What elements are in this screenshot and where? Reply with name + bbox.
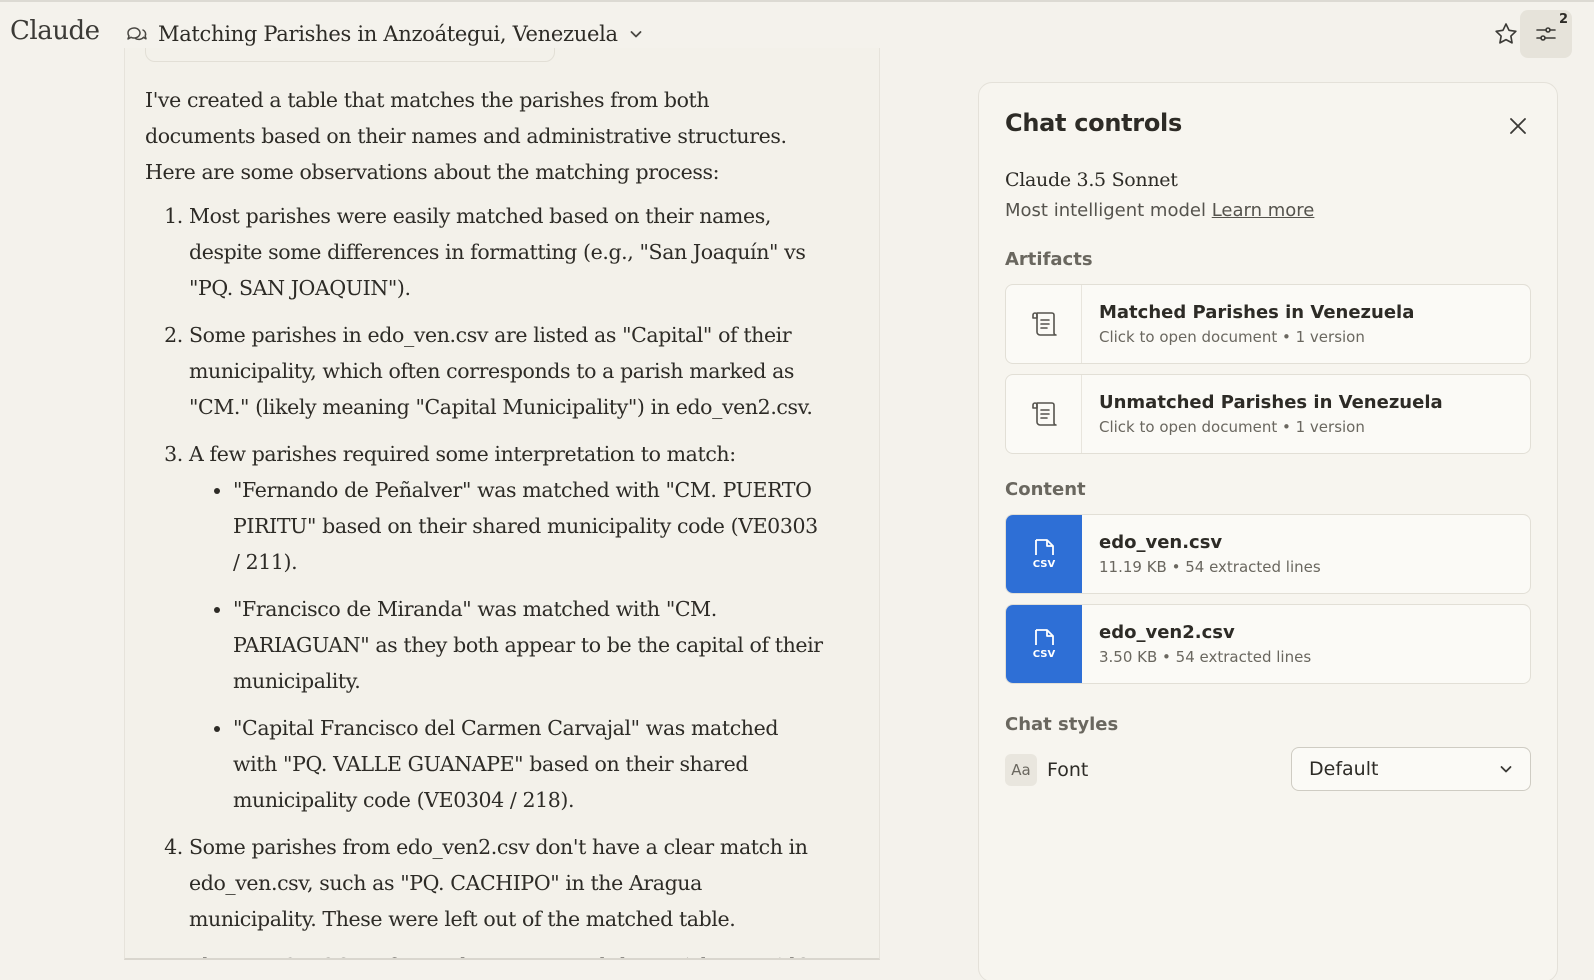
list-item: Most parishes were easily matched based … [189,198,825,306]
panel-title: Chat controls [1005,109,1182,137]
model-name: Claude 3.5 Sonnet [1005,169,1178,191]
file-name: edo_ven2.csv [1099,622,1235,643]
artifact-subtitle: Click to open document • 1 version [1099,328,1365,346]
file-meta: 3.50 KB • 54 extracted lines [1099,648,1312,666]
list-item-text: A few parishes required some interpretat… [189,442,736,466]
file-name: edo_ven.csv [1099,532,1223,553]
font-setting-row: Aa Font [1005,753,1088,787]
model-description: Most intelligent model Learn more [1005,200,1314,221]
artifact-card-matched[interactable]: Matched Parishes in Venezuela Click to o… [1005,284,1531,364]
chevron-down-icon [628,26,644,42]
font-label: Font [1047,759,1089,781]
chat-title-text: Matching Parishes in Anzoátegui, Venezue… [158,22,618,46]
chat-controls-panel: Chat controls Claude 3.5 Sonnet Most int… [978,82,1558,980]
observations-list: Most parishes were easily matched based … [145,198,825,958]
chevron-down-icon [1498,761,1514,777]
csv-file-icon: CSV [1029,537,1059,571]
app-logo[interactable]: Claude [10,16,100,46]
message-intro: I've created a table that matches the pa… [145,88,787,184]
csv-badge-text: CSV [1033,559,1056,570]
artifact-card-unmatched[interactable]: Unmatched Parishes in Venezuela Click to… [1005,374,1531,454]
document-icon [1029,399,1059,429]
artifact-title: Matched Parishes in Venezuela [1099,302,1415,323]
model-desc-text: Most intelligent model [1005,200,1206,221]
star-button[interactable] [1488,16,1524,52]
content-file-edo-ven[interactable]: CSV edo_ven.csv 11.19 KB • 54 extracted … [1005,514,1531,594]
previous-message-edge [145,48,555,62]
file-meta: 11.19 KB • 54 extracted lines [1099,558,1321,576]
chat-styles-label: Chat styles [1005,714,1119,735]
content-label: Content [1005,479,1086,500]
close-panel-button[interactable] [1503,111,1533,141]
sliders-icon [1534,22,1558,46]
artifacts-label: Artifacts [1005,249,1093,270]
csv-thumb: CSV [1006,515,1082,593]
list-item: The ADM3_PCODE from edo_ven.csv and the … [189,948,825,958]
csv-file-icon: CSV [1029,627,1059,661]
font-select-value: Default [1309,758,1379,780]
csv-thumb: CSV [1006,605,1082,683]
list-item: A few parishes required some interpretat… [189,436,825,818]
sub-list-item: "Fernando de Peñalver" was matched with … [233,472,825,580]
sub-list-item: "Francisco de Miranda" was matched with … [233,591,825,699]
learn-more-link[interactable]: Learn more [1212,200,1315,221]
assistant-message: I've created a table that matches the pa… [145,82,825,958]
font-aa-icon: Aa [1005,754,1037,786]
star-icon [1493,21,1519,47]
document-icon [1029,309,1059,339]
font-select[interactable]: Default [1291,747,1531,791]
artifact-thumb [1006,375,1082,453]
artifact-thumb [1006,285,1082,363]
sub-list: "Fernando de Peñalver" was matched with … [189,472,825,818]
chat-title-dropdown[interactable]: Matching Parishes in Anzoátegui, Venezue… [124,20,644,48]
artifact-title: Unmatched Parishes in Venezuela [1099,392,1443,413]
list-item: Some parishes in edo_ven.csv are listed … [189,317,825,425]
csv-badge-text: CSV [1033,649,1056,660]
content-file-edo-ven2[interactable]: CSV edo_ven2.csv 3.50 KB • 54 extracted … [1005,604,1531,684]
close-icon [1507,115,1529,137]
controls-badge: 2 [1558,12,1568,27]
chat-bubbles-icon [124,22,148,46]
chat-message-column: I've created a table that matches the pa… [124,48,880,960]
sub-list-item: "Capital Francisco del Carmen Carvajal" … [233,710,825,818]
chat-controls-button[interactable]: 2 [1520,10,1572,58]
list-item: Some parishes from edo_ven2.csv don't ha… [189,829,825,937]
artifact-subtitle: Click to open document • 1 version [1099,418,1365,436]
